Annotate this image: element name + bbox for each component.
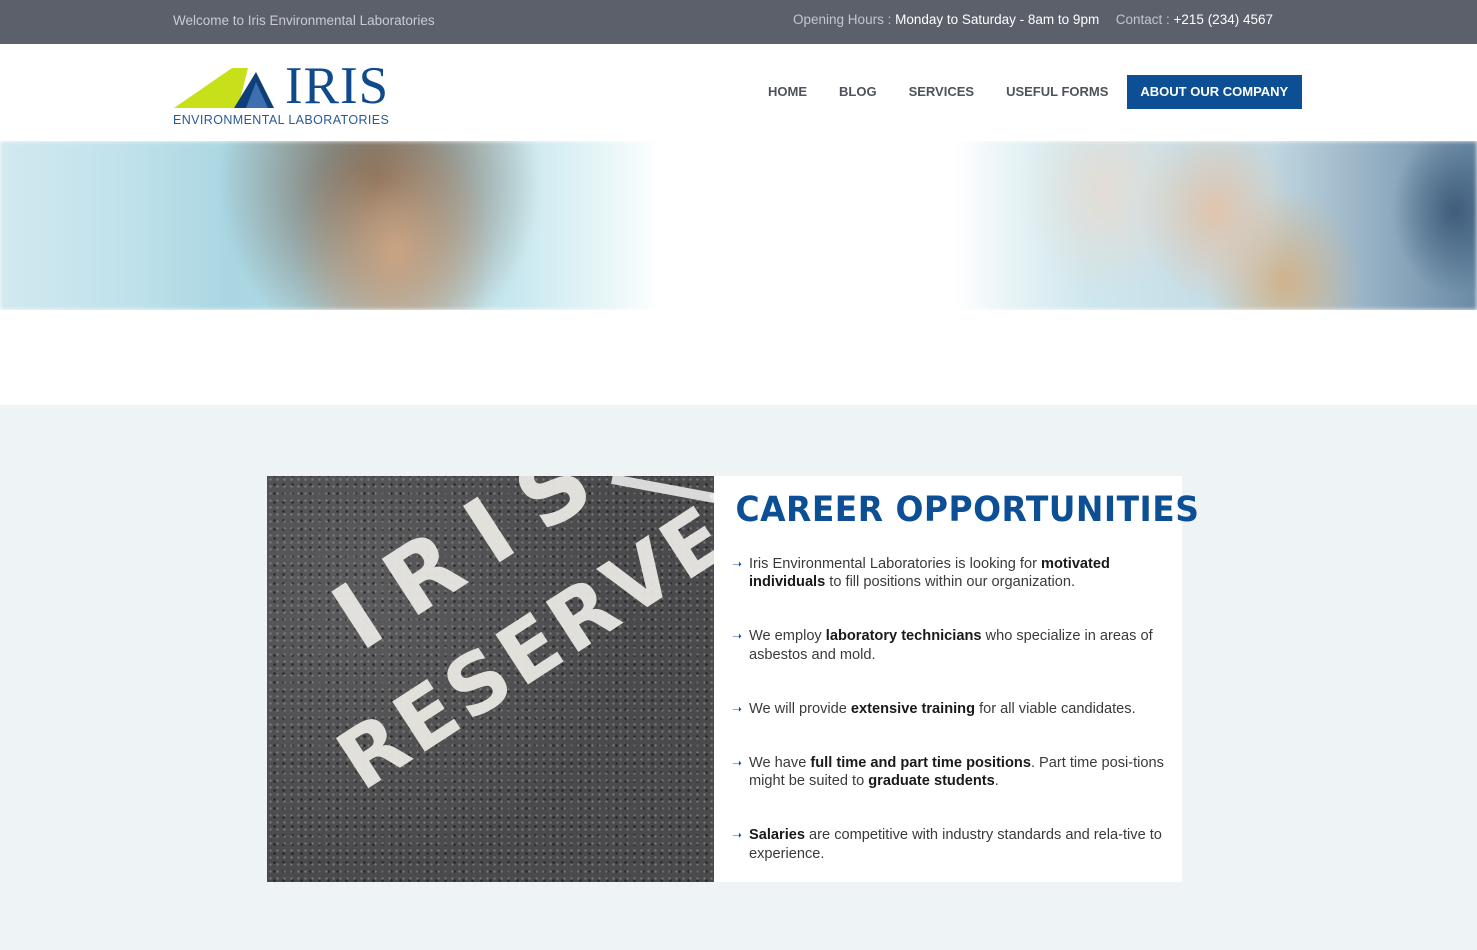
arrow-right-icon: ➝: [732, 629, 743, 644]
welcome-text: Welcome to Iris Environmental Laboratori…: [173, 13, 435, 28]
iris-logo[interactable]: IRIS ENVIRONMENTAL LABORATORIES: [172, 60, 394, 128]
site-header: IRIS ENVIRONMENTAL LABORATORIES HOME BLO…: [0, 44, 1477, 141]
career-section: IRIS RESERVED CAREER OPPORTUNITIES ➝ Iri…: [0, 405, 1477, 950]
nav-home[interactable]: HOME: [752, 75, 823, 109]
hero-image-left: [0, 141, 660, 310]
hours-value: Monday to Saturday - 8am to 9pm: [895, 12, 1100, 27]
phone-number[interactable]: +215 (234) 4567: [1174, 12, 1273, 27]
top-info-bar: Welcome to Iris Environmental Laboratori…: [0, 0, 1477, 44]
nav-useful-forms[interactable]: USEFUL FORMS: [990, 75, 1124, 109]
reserved-parking-photo: IRIS RESERVED: [267, 476, 714, 882]
nav-blog[interactable]: BLOG: [823, 75, 893, 109]
logo-subtitle: ENVIRONMENTAL LABORATORIES: [173, 113, 390, 127]
career-list: ➝ Iris Environmental Laboratories is loo…: [732, 555, 1172, 899]
career-content: CAREER OPPORTUNITIES ➝ Iris Environmenta…: [732, 490, 1200, 862]
career-card: IRIS RESERVED CAREER OPPORTUNITIES ➝ Iri…: [267, 476, 1200, 882]
list-item: ➝ Iris Environmental Laboratories is loo…: [732, 556, 1110, 591]
list-item: ➝ We will provide extensive training for…: [732, 700, 1136, 717]
career-title: CAREER OPPORTUNITIES: [735, 490, 1200, 530]
nav-services[interactable]: SERVICES: [893, 75, 991, 109]
arrow-right-icon: ➝: [732, 557, 743, 571]
logo-mark-icon: [174, 68, 274, 108]
arrow-right-icon: ➝: [732, 756, 743, 771]
arrow-right-icon: ➝: [732, 828, 743, 843]
contact-info: Opening Hours : Monday to Saturday - 8am…: [793, 12, 1273, 27]
nav-about-our-company[interactable]: ABOUT OUR COMPANY: [1127, 75, 1303, 109]
hours-label: Opening Hours :: [793, 12, 892, 27]
list-item: ➝ Salaries are competitive with industry…: [732, 827, 1162, 862]
arrow-right-icon: ➝: [732, 701, 743, 716]
logo-wordmark: IRIS: [285, 57, 390, 115]
hero-image-right: [955, 141, 1477, 310]
main-navigation: HOME BLOG SERVICES USEFUL FORMS ABOUT OU…: [752, 75, 1303, 109]
contact-label: Contact :: [1115, 12, 1170, 27]
list-item: ➝ We have full time and part time positi…: [732, 755, 1164, 790]
list-item: ➝ We employ laboratory technicians who s…: [732, 628, 1153, 663]
hero-banner: [0, 141, 1477, 310]
